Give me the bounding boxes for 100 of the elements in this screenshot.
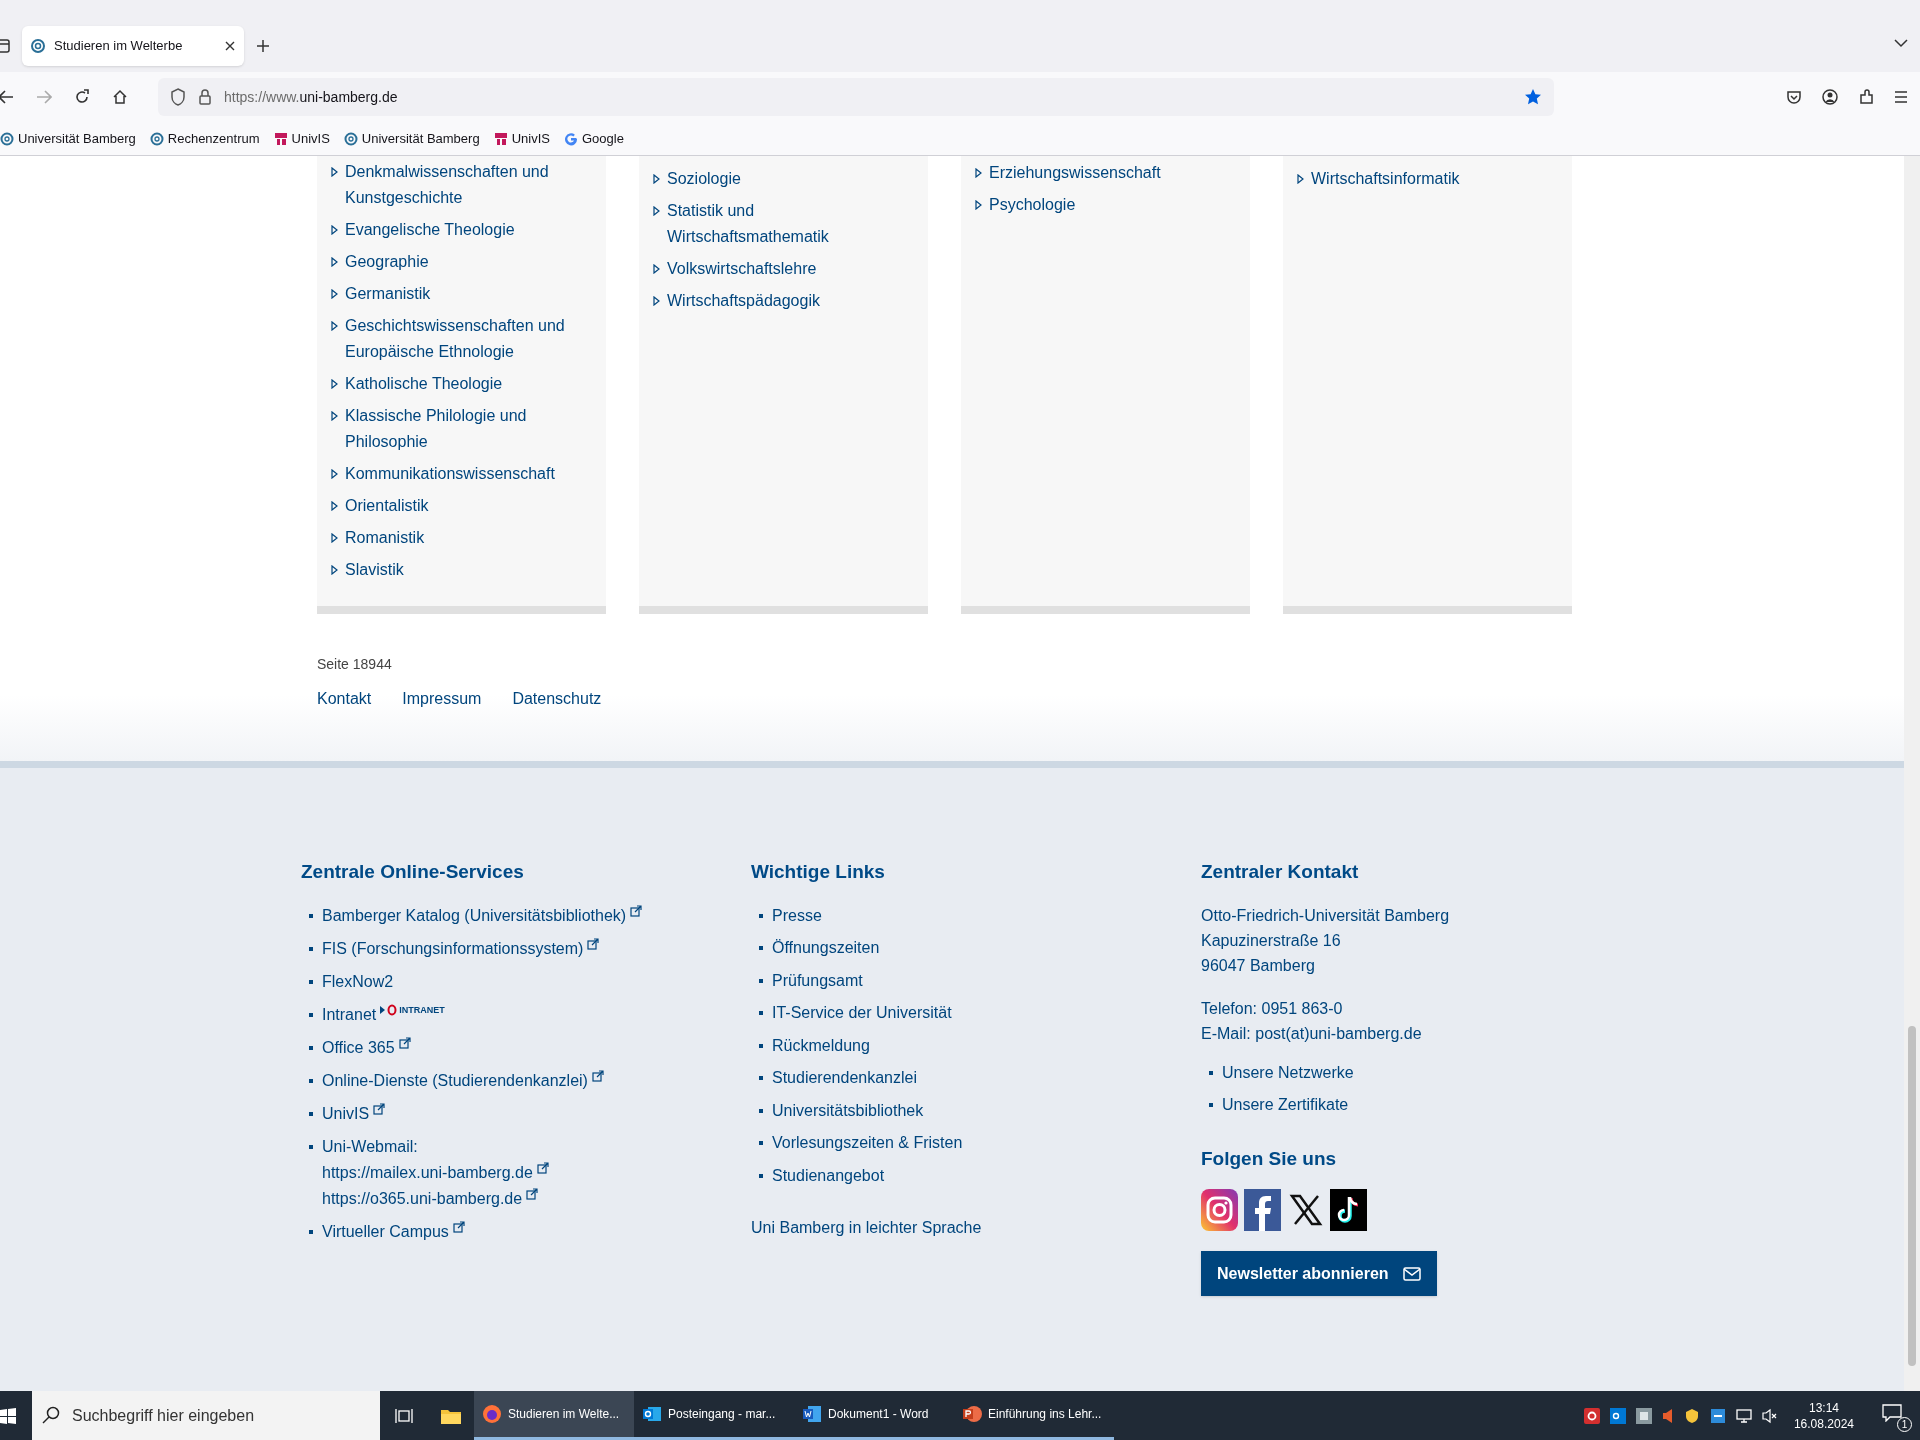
newsletter-button[interactable]: Newsletter abonnieren <box>1201 1251 1437 1296</box>
footer-link[interactable]: Studierendenkanzlei <box>772 1065 917 1091</box>
footer-link[interactable]: Presse <box>772 902 822 929</box>
external-link-icon <box>587 937 600 950</box>
square-app-icon[interactable] <box>1635 1407 1652 1424</box>
bookmark-item[interactable]: Universität Bamberg <box>0 128 136 149</box>
pocket-icon[interactable] <box>1786 89 1802 105</box>
subject-link[interactable]: Slavistik <box>345 557 580 583</box>
close-icon[interactable] <box>224 40 236 52</box>
chevron-down-icon[interactable] <box>1894 38 1908 48</box>
speaker-icon[interactable] <box>1661 1407 1674 1424</box>
section-heading: Zentrale Online-Services <box>301 860 525 884</box>
subject-link[interactable]: Kommunikationswissenschaft <box>345 461 580 487</box>
subject-link[interactable]: Geschichtswissenschaften und Europäische Ethnologie <box>345 313 580 365</box>
url-text: https://www.uni-bamberg.de <box>224 87 399 107</box>
bullet <box>759 1141 763 1145</box>
bookmark-item[interactable]: UnivIS <box>273 128 330 149</box>
footer-link[interactable]: Impressum <box>402 687 482 711</box>
footer-link[interactable]: Datenschutz <box>512 687 602 711</box>
subject-link[interactable]: Katholische Theologie <box>345 371 580 397</box>
footer-link[interactable]: IT-Service der Universität <box>772 1000 952 1026</box>
menu-icon[interactable] <box>1894 91 1908 103</box>
subject-link[interactable]: Statistik und Wirtschaftsmathematik <box>667 198 902 250</box>
bookmark-item[interactable]: Google <box>563 128 624 149</box>
triangle-icon <box>331 167 338 177</box>
subject-link[interactable]: Wirtschaftsinformatik <box>1311 166 1546 192</box>
windows-logo-icon[interactable] <box>0 1407 16 1424</box>
bullet <box>309 1111 313 1116</box>
monitor-icon[interactable] <box>1735 1407 1752 1424</box>
mail-app-icon[interactable] <box>1609 1407 1626 1424</box>
reload-icon[interactable] <box>74 89 90 105</box>
extensions-icon[interactable] <box>1858 89 1874 105</box>
subject-link[interactable]: Klassische Philologie und Philosophie <box>345 403 580 455</box>
service-link[interactable]: https://mailex.uni-bamberg.de <box>322 1159 533 1186</box>
camera-icon[interactable] <box>1201 1189 1238 1231</box>
taskbar-button[interactable]: Posteingang - mar... <box>634 1391 794 1440</box>
service-link[interactable]: FIS (Forschungsinformationssystem) <box>322 935 584 962</box>
service-link[interactable]: Uni-Webmail: <box>322 1133 418 1160</box>
service-link[interactable]: https://o365.uni-bamberg.de <box>322 1185 523 1212</box>
subject-link[interactable]: Geographie <box>345 249 580 275</box>
subject-link[interactable]: Psychologie <box>989 192 1224 218</box>
bullet <box>309 913 313 918</box>
service-link[interactable]: Bamberger Katalog (Universitätsbibliothek) <box>322 902 627 929</box>
subject-link[interactable]: Volkswirtschaftslehre <box>667 256 902 282</box>
service-link[interactable]: UnivIS <box>322 1100 370 1127</box>
address-bar[interactable]: https://www.uni-bamberg.de <box>158 78 1554 116</box>
shield-icon[interactable] <box>1683 1407 1700 1424</box>
bookmark-item[interactable]: Rechenzentrum <box>149 128 260 149</box>
service-link[interactable]: Office 365 <box>322 1034 395 1061</box>
service-link[interactable]: Intranet <box>322 1001 377 1028</box>
search-field[interactable]: Suchbegriff hier eingeben <box>32 1391 380 1440</box>
footer-link[interactable]: Unsere Zertifikate <box>1222 1092 1349 1118</box>
bookmark-item[interactable]: UnivIS <box>493 128 550 149</box>
star-icon[interactable] <box>1524 88 1542 106</box>
task-view-icon[interactable] <box>395 1407 413 1424</box>
service-link[interactable]: Online-Dienste (Studierendenkanzlei) <box>322 1067 588 1094</box>
triangle-icon <box>975 200 982 210</box>
footer-link[interactable]: Prüfungsamt <box>772 967 863 994</box>
univis-logo-icon <box>273 131 288 146</box>
subject-link[interactable]: Soziologie <box>667 166 902 192</box>
footer-link[interactable]: Uni Bamberg in leichter Sprache <box>751 1215 1201 1241</box>
browser-tab[interactable]: Studieren im Welterbe <box>22 26 244 66</box>
footer-link[interactable]: Unsere Netzwerke <box>1222 1059 1354 1086</box>
home-icon[interactable] <box>112 89 128 105</box>
scrollbar[interactable] <box>1904 156 1920 1391</box>
subject-link[interactable]: Romanistik <box>345 525 580 551</box>
taskbar-button[interactable]: Dokument1 - Word <box>794 1391 954 1440</box>
triangle-icon <box>331 565 338 575</box>
volume-muted-icon[interactable] <box>1761 1407 1778 1424</box>
account-icon[interactable] <box>1822 89 1838 105</box>
shield-icon <box>170 88 186 106</box>
bookmark-item[interactable]: Universität Bamberg <box>343 128 480 149</box>
slides-app-icon <box>962 1404 982 1424</box>
service-link[interactable]: FlexNow2 <box>322 968 394 995</box>
taskbar-button[interactable]: Studieren im Welte... <box>474 1391 634 1440</box>
subject-link[interactable]: Wirtschaftspädagogik <box>667 288 902 314</box>
bullet <box>759 1043 763 1048</box>
triangle-icon <box>331 379 338 389</box>
notification-button[interactable]: 1 <box>1880 1399 1912 1432</box>
phone-text: Telefon: 0951 863-0 <box>1201 998 1344 1019</box>
subject-link[interactable]: Evangelische Theologie <box>345 217 580 243</box>
footer-link[interactable]: Rückmeldung <box>772 1032 870 1059</box>
univis-logo-icon <box>493 131 508 146</box>
footer-link[interactable]: Kontakt <box>317 687 372 711</box>
subject-link[interactable]: Erziehungswissenschaft <box>989 160 1224 186</box>
subject-link[interactable]: Denkmalwissenschaften und Kunstgeschichte <box>345 159 580 211</box>
subject-link[interactable]: Orientalistik <box>345 493 580 519</box>
footer-link[interactable]: Universitätsbibliothek <box>772 1097 924 1124</box>
f-letter-icon[interactable] <box>1244 1189 1281 1231</box>
triangle-icon <box>653 296 660 306</box>
service-link[interactable]: Virtueller Campus <box>322 1218 449 1245</box>
footer-link[interactable]: Öffnungszeiten <box>772 935 880 961</box>
music-note-icon[interactable] <box>1330 1189 1367 1231</box>
footer-link[interactable]: Studienangebot <box>772 1162 885 1189</box>
new-tab-icon[interactable] <box>256 39 270 53</box>
address-line: Otto-Friedrich-Universität Bamberg <box>1201 905 1451 926</box>
subject-link[interactable]: Germanistik <box>345 281 580 307</box>
back-arrow-icon[interactable] <box>0 90 14 104</box>
footer-link[interactable]: Vorlesungszeiten & Fristen <box>772 1130 963 1156</box>
taskbar-button[interactable]: Einführung ins Lehr... <box>954 1391 1114 1440</box>
